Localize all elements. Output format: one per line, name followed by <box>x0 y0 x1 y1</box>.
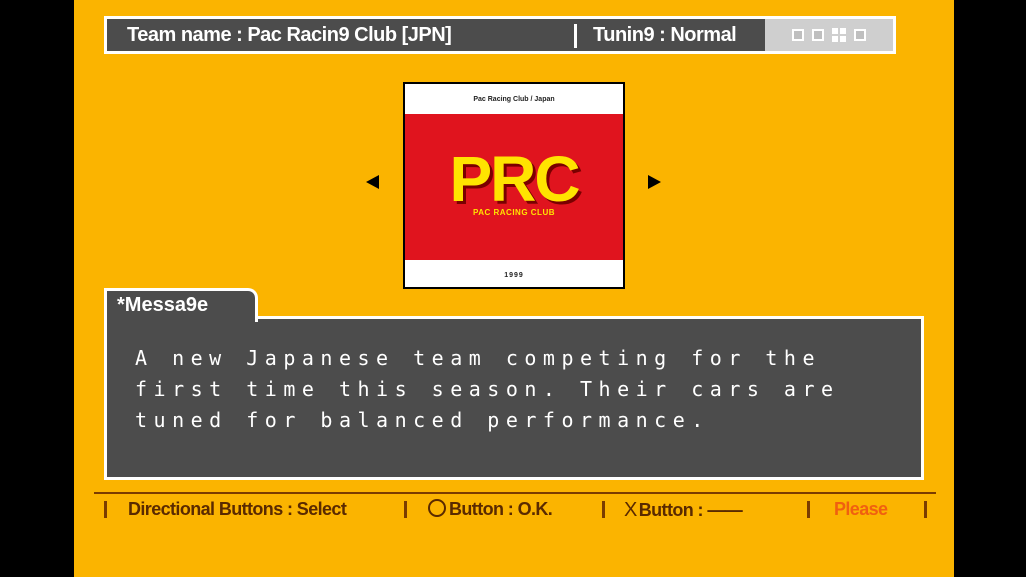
circle-button-label: Button : O.K. <box>449 499 553 519</box>
directional-buttons-hint: Directional Buttons : Select <box>128 499 347 519</box>
grid-icon <box>832 28 846 42</box>
footer-separator <box>924 501 927 518</box>
cross-button-icon: X <box>624 499 637 521</box>
circle-button-icon <box>428 499 446 517</box>
team-select-screen: Team name : Pac Racin9 Club [JPN] Tunin9… <box>74 0 954 577</box>
header-bar: Team name : Pac Racin9 Club [JPN] Tunin9… <box>104 16 896 54</box>
square-icon <box>812 29 824 41</box>
footer-separator <box>404 501 407 518</box>
message-panel: A new Japanese team competing for the fi… <box>104 316 924 480</box>
please-prompt: Please <box>834 499 888 519</box>
button-guide: Directional Buttons : Select Button : O.… <box>94 497 936 523</box>
logo-year: 1999 <box>504 272 524 279</box>
footer-separator <box>104 501 107 518</box>
square-icon <box>792 29 804 41</box>
header-divider <box>574 24 577 48</box>
footer-separator <box>602 501 605 518</box>
logo-top-text: Pac Racing Club / Japan <box>473 96 555 103</box>
team-name-label: Team name : Pac Racin9 Club [JPN] <box>127 24 452 46</box>
tuning-label: Tunin9 : Normal <box>593 24 737 46</box>
team-logo-card: Pac Racing Club / Japan PRC PAC RACING C… <box>403 82 625 289</box>
footer-separator <box>807 501 810 518</box>
header-icon-group <box>765 19 893 51</box>
previous-team-arrow-icon[interactable] <box>366 175 379 189</box>
message-tab-label: *Messa9e <box>117 294 209 316</box>
message-tab: *Messa9e <box>104 288 258 322</box>
circle-button-hint: Button : O.K. <box>428 499 553 520</box>
footer-divider <box>94 492 936 494</box>
logo-sub-text: PAC RACING CLUB <box>472 208 555 217</box>
logo-red-field: PRC PAC RACING CLUB <box>405 114 623 260</box>
message-text: A new Japanese team competing for the fi… <box>135 346 840 432</box>
cross-button-hint: X Button : —— <box>624 499 743 522</box>
square-icon <box>854 29 866 41</box>
next-team-arrow-icon[interactable] <box>648 175 661 189</box>
cross-button-label: Button : —— <box>638 500 743 520</box>
logo-mark: PRC <box>449 143 580 215</box>
